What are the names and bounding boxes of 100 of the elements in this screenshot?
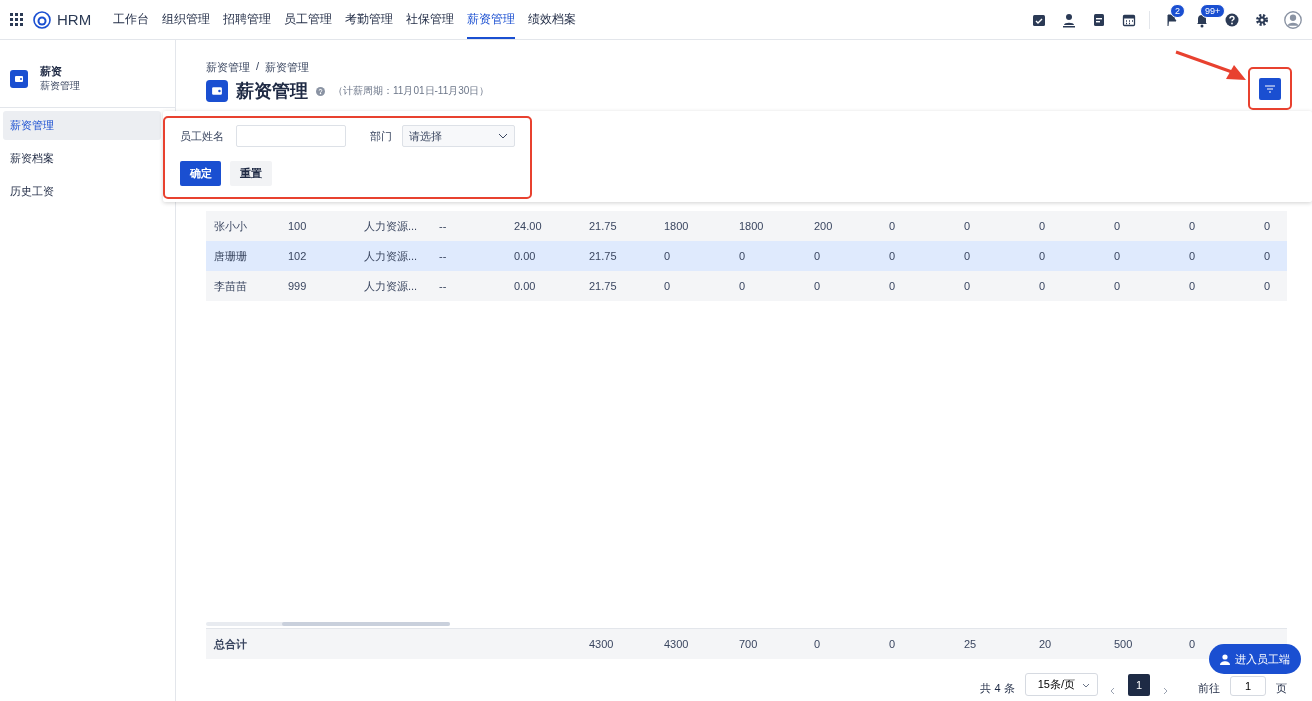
filter-icon <box>1265 85 1275 93</box>
table-row[interactable]: 张小小 100 人力资源... -- 24.00 21.75 1800 1800 200 0 0 0 0 0 0 <box>206 211 1287 241</box>
page-button[interactable]: 1 <box>1128 674 1150 696</box>
app-name: HRM <box>57 11 92 28</box>
nav-tab[interactable]: 员工管理 <box>284 0 333 39</box>
scrollbar-thumb[interactable] <box>282 622 450 626</box>
table-cell-text: 李苗苗 <box>214 278 248 294</box>
table-cell-text: 0 <box>814 638 822 650</box>
table-cell-text: 0 <box>739 280 747 292</box>
table-cell-text: 0 <box>1039 280 1047 292</box>
table-cell-text: 700 <box>739 638 759 650</box>
section-title: 薪资 <box>40 64 63 79</box>
table-cell-text: 0 <box>1039 220 1047 232</box>
table-cell-text: 0 <box>1264 220 1272 232</box>
table-cell-text: 1800 <box>739 220 765 232</box>
table-cell-text: 0 <box>814 280 822 292</box>
table-cell-text: 0 <box>1189 638 1197 650</box>
table-cell-text: -- <box>439 280 448 292</box>
filter-button[interactable] <box>1259 78 1281 100</box>
field-label: 部门 <box>370 128 392 144</box>
table-cell-text: 0 <box>1189 280 1197 292</box>
goto-label: 前往 <box>1198 681 1220 696</box>
table-cell-text: 21.75 <box>589 280 618 292</box>
breadcrumb-link[interactable]: 薪资管理 <box>265 60 310 75</box>
table-cell-text: 0 <box>1114 220 1122 232</box>
nav-tab[interactable]: 社保管理 <box>406 0 455 39</box>
table-cell-text: 0 <box>1264 280 1272 292</box>
table-cell-text: 4300 <box>664 638 690 650</box>
page-suffix: 页 <box>1276 681 1287 696</box>
nav-tab[interactable]: 工作台 <box>113 0 150 39</box>
apps-grid-icon[interactable] <box>10 13 23 26</box>
table-cell-text: 0 <box>889 280 897 292</box>
table-cell-text: 4300 <box>589 638 615 650</box>
table-cell-text: 25 <box>964 638 978 650</box>
department-select[interactable]: 请选择 <box>402 125 515 147</box>
table-cell-text: 20 <box>1039 638 1053 650</box>
table-cell-text: 100 <box>288 220 308 232</box>
nav-tab[interactable]: 招聘管理 <box>223 0 272 39</box>
table-cell-text: 人力资源... <box>364 278 419 294</box>
table-cell-text: 0 <box>889 220 897 232</box>
nav-tab[interactable]: 组织管理 <box>162 0 211 39</box>
settings-icon[interactable] <box>1254 11 1270 28</box>
table-cell-text: 0 <box>814 250 822 262</box>
user-icon <box>1220 653 1230 665</box>
table-cell-text: 21.75 <box>589 220 618 232</box>
table-row[interactable]: 唐珊珊 102 人力资源... -- 0.00 21.75 0 0 0 0 0 0 0 0 0 <box>206 241 1287 271</box>
table-cell-text: 102 <box>288 250 308 262</box>
field-label: 员工姓名 <box>180 128 224 144</box>
table-cell-text: 24.00 <box>514 220 543 232</box>
sidebar-item[interactable]: 薪资管理 <box>3 111 161 140</box>
help-icon[interactable] <box>1224 11 1240 28</box>
table-cell-text: 0 <box>889 638 897 650</box>
user-icon[interactable] <box>1061 11 1077 28</box>
table-cell-text: 0 <box>1039 250 1047 262</box>
table-cell-text: 200 <box>814 220 834 232</box>
table-cell-text: 0.00 <box>514 280 537 292</box>
name-input-field[interactable] <box>236 125 346 147</box>
table-cell-text: 21.75 <box>589 250 618 262</box>
nav-tab[interactable]: 考勤管理 <box>345 0 394 39</box>
table-cell-text: 0 <box>1114 280 1122 292</box>
table-cell-text: 0 <box>1189 250 1197 262</box>
table-cell-text: 0 <box>964 250 972 262</box>
table-cell-text: 0 <box>664 250 672 262</box>
logo-icon <box>33 10 51 29</box>
table-cell-text: 0 <box>889 250 897 262</box>
total-count: 共 4 条 <box>980 681 1015 696</box>
page-size-select[interactable]: 15条/页 <box>1024 673 1098 696</box>
avatar-icon[interactable] <box>1284 10 1302 29</box>
table-cell-text: 999 <box>288 280 308 292</box>
document-icon[interactable] <box>1091 11 1107 28</box>
table-cell-text: 0 <box>739 250 747 262</box>
sidebar-item[interactable]: 历史工资 <box>3 177 161 206</box>
table-cell-text: 0.00 <box>514 250 537 262</box>
page-title: 薪资管理 <box>236 80 308 103</box>
table-cell-text: -- <box>439 220 448 232</box>
scrollbar-track[interactable] <box>206 622 450 626</box>
confirm-button[interactable]: 确定 <box>180 161 221 186</box>
table-cell-text: -- <box>439 250 448 262</box>
table-cell-text: 张小小 <box>214 218 248 234</box>
goto-page-field[interactable]: 1 <box>1230 676 1266 696</box>
reset-button[interactable]: 重置 <box>230 161 272 186</box>
notification-badge: 2 <box>1170 3 1185 18</box>
breadcrumb-link[interactable]: 薪资管理 <box>206 60 250 75</box>
caret-icon <box>498 131 508 141</box>
table-cell-text: 0 <box>964 280 972 292</box>
notification-badge: 99+ <box>1200 3 1226 18</box>
employee-portal-button[interactable]: 进入员工端 <box>1209 644 1301 674</box>
sidebar-item[interactable]: 薪资档案 <box>3 144 161 173</box>
breadcrumb-separator: / <box>256 60 260 74</box>
nav-tab[interactable]: 薪资管理 <box>467 0 516 39</box>
nav-tab[interactable]: 绩效档案 <box>528 0 577 39</box>
table-row[interactable]: 李苗苗 999 人力资源... -- 0.00 21.75 0 0 0 0 0 0 0 0 0 <box>206 271 1287 301</box>
table-cell-text: 0 <box>1189 220 1197 232</box>
table-cell-text: 唐珊珊 <box>214 248 248 264</box>
section-subtitle: 薪资管理 <box>40 79 80 93</box>
pay-period: （计薪周期：11月01日-11月30日） <box>333 84 490 98</box>
table-cell-text: 500 <box>1114 638 1134 650</box>
table-cell-text: 人力资源... <box>364 248 419 264</box>
table-cell-text: 1800 <box>664 220 690 232</box>
table-cell-text: 0 <box>1114 250 1122 262</box>
